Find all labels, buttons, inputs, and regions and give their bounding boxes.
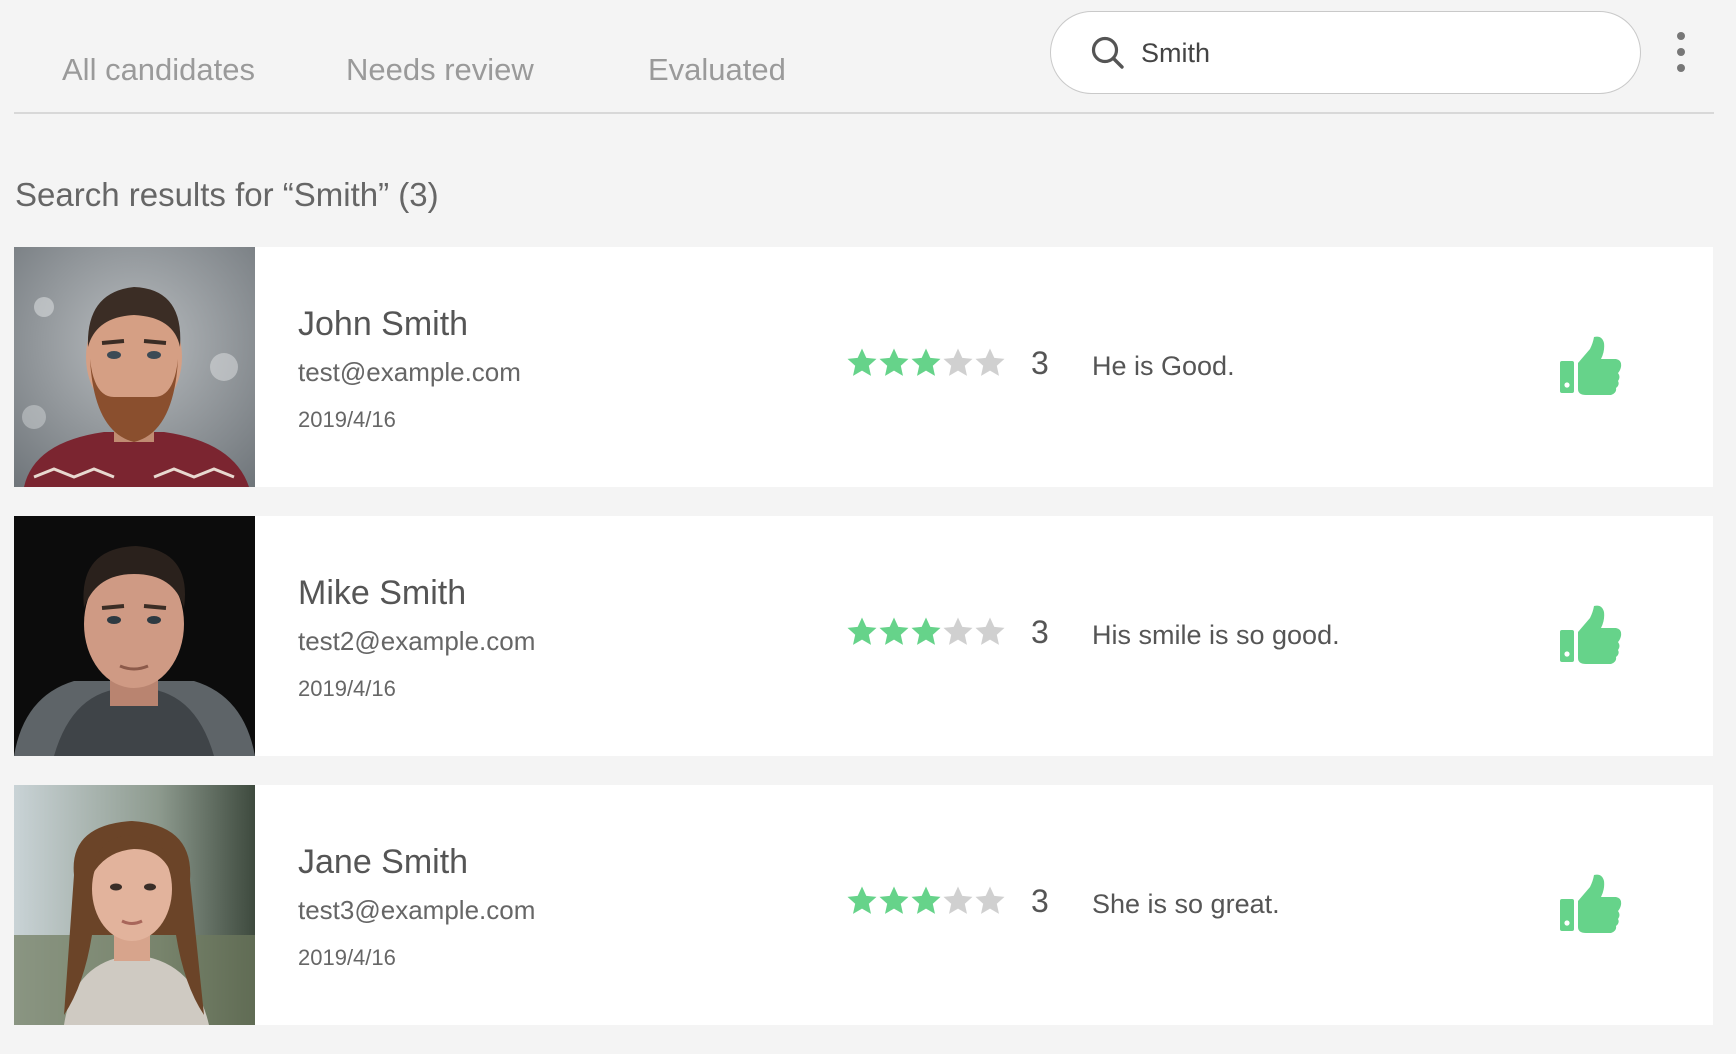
candidate-comment: He is Good. bbox=[1092, 351, 1235, 381]
candidate-email: test@example.com bbox=[298, 357, 521, 387]
results-title: Search results for “Smith” (3) bbox=[15, 176, 439, 213]
search-input[interactable] bbox=[1141, 32, 1621, 74]
star-filled-icon[interactable] bbox=[878, 616, 910, 648]
search-icon bbox=[1089, 34, 1127, 72]
rating-value: 3 bbox=[1031, 883, 1049, 919]
tab-all-candidates[interactable]: All candidates bbox=[62, 52, 255, 88]
search-box[interactable] bbox=[1050, 11, 1641, 94]
star-empty-icon[interactable] bbox=[942, 885, 974, 917]
star-empty-icon[interactable] bbox=[974, 616, 1006, 648]
candidate-date: 2019/4/16 bbox=[298, 676, 396, 701]
candidate-date: 2019/4/16 bbox=[298, 945, 396, 970]
rating-value: 3 bbox=[1031, 345, 1049, 381]
candidate-photo bbox=[14, 247, 255, 487]
candidate-email: test2@example.com bbox=[298, 626, 536, 656]
star-filled-icon[interactable] bbox=[910, 885, 942, 917]
star-empty-icon[interactable] bbox=[942, 347, 974, 379]
tab-needs-review[interactable]: Needs review bbox=[346, 52, 534, 88]
more-vertical-icon[interactable] bbox=[1666, 30, 1696, 74]
star-filled-icon[interactable] bbox=[910, 347, 942, 379]
candidate-card[interactable]: Mike Smith test2@example.com 2019/4/16 3… bbox=[14, 516, 1713, 756]
star-rating[interactable] bbox=[846, 885, 1026, 921]
thumbs-up-icon[interactable] bbox=[1558, 604, 1622, 666]
candidate-list: John Smith test@example.com 2019/4/16 3 … bbox=[14, 247, 1713, 1054]
star-rating[interactable] bbox=[846, 616, 1026, 652]
star-filled-icon[interactable] bbox=[846, 616, 878, 648]
candidate-comment: She is so great. bbox=[1092, 889, 1280, 919]
candidate-photo bbox=[14, 516, 255, 756]
top-bar: All candidates Needs review Evaluated bbox=[0, 0, 1736, 116]
candidate-comment: His smile is so good. bbox=[1092, 620, 1340, 650]
star-empty-icon[interactable] bbox=[974, 885, 1006, 917]
star-filled-icon[interactable] bbox=[846, 885, 878, 917]
candidate-email: test3@example.com bbox=[298, 895, 536, 925]
candidate-photo bbox=[14, 785, 255, 1025]
star-filled-icon[interactable] bbox=[878, 347, 910, 379]
candidate-name: Mike Smith bbox=[298, 574, 467, 612]
candidate-name: John Smith bbox=[298, 305, 469, 343]
star-filled-icon[interactable] bbox=[846, 347, 878, 379]
tab-evaluated[interactable]: Evaluated bbox=[648, 52, 786, 88]
candidate-card[interactable]: Jane Smith test3@example.com 2019/4/16 3… bbox=[14, 785, 1713, 1025]
star-filled-icon[interactable] bbox=[878, 885, 910, 917]
thumbs-up-icon[interactable] bbox=[1558, 873, 1622, 935]
candidate-card[interactable]: John Smith test@example.com 2019/4/16 3 … bbox=[14, 247, 1713, 487]
star-empty-icon[interactable] bbox=[974, 347, 1006, 379]
star-filled-icon[interactable] bbox=[910, 616, 942, 648]
rating-value: 3 bbox=[1031, 614, 1049, 650]
star-empty-icon[interactable] bbox=[942, 616, 974, 648]
candidate-name: Jane Smith bbox=[298, 843, 469, 881]
thumbs-up-icon[interactable] bbox=[1558, 335, 1622, 397]
star-rating[interactable] bbox=[846, 347, 1026, 383]
candidate-date: 2019/4/16 bbox=[298, 407, 396, 432]
